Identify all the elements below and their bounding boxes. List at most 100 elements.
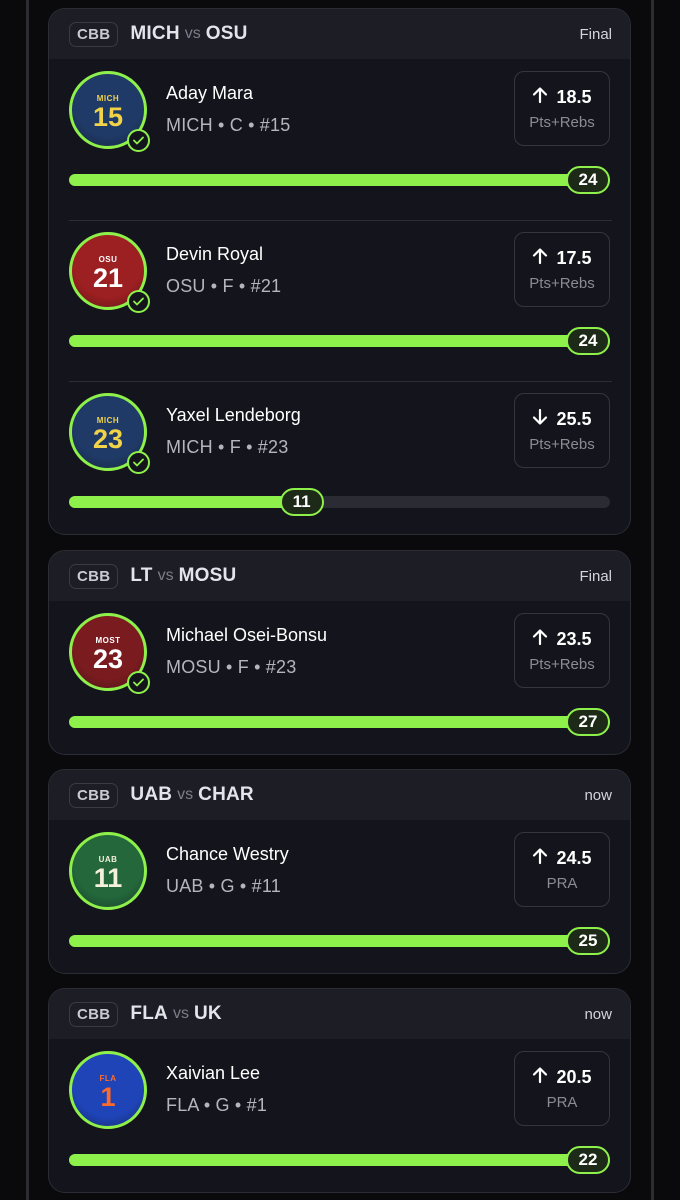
league-badge: CBB (69, 1001, 119, 1027)
actual-value-pill: 11 (279, 488, 324, 516)
prop-line-button[interactable]: 23.5 Pts+Rebs (514, 613, 610, 688)
prop-stat-type: PRA (546, 875, 578, 892)
actual-value-pill: 24 (566, 166, 610, 194)
prop-line-value: 23.5 (556, 629, 592, 649)
progress-fill (69, 174, 610, 186)
away-team: UK (193, 1003, 222, 1024)
actual-value-pill: 22 (566, 1146, 610, 1174)
game-status: now (584, 786, 612, 804)
game-status: Final (579, 567, 612, 585)
player-meta: UAB • G • #11 (166, 876, 281, 896)
away-team: MOSU (178, 565, 237, 586)
prop-line-button[interactable]: 24.5 PRA (514, 832, 610, 907)
game-header: CBB MICH vs OSU Final (49, 9, 630, 59)
player-name: Aday Mara (166, 83, 254, 103)
arrow-down-icon (532, 408, 548, 431)
progress-track: 22 (69, 1146, 610, 1174)
away-team: CHAR (198, 784, 254, 805)
check-icon (127, 129, 150, 152)
home-team: LT (130, 565, 153, 586)
arrow-up-icon (532, 247, 548, 270)
progress-fill (69, 335, 610, 347)
progress-track: 24 (69, 327, 610, 355)
player-name: Devin Royal (166, 244, 264, 264)
player-name: Michael Osei-Bonsu (166, 625, 328, 645)
player-name: Yaxel Lendeborg (166, 405, 301, 425)
player-avatar: MOST 23 (69, 613, 150, 694)
player-prop-row[interactable]: MICH 23 Yaxel Lendeborg MICH • F • #23 25.5 P… (49, 381, 630, 534)
jersey-icon: UAB 11 (69, 832, 147, 910)
jersey-number: 15 (92, 101, 124, 132)
check-icon (127, 451, 150, 474)
jersey-icon: FLA 1 (69, 1051, 147, 1129)
prop-line-button[interactable]: 17.5 Pts+Rebs (514, 232, 610, 307)
jersey-number: 11 (93, 862, 123, 893)
player-prop-row[interactable]: MICH 15 Aday Mara MICH • C • #15 18.5 Pts+Reb… (49, 59, 630, 220)
player-meta: OSU • F • #21 (166, 276, 282, 296)
player-prop-row[interactable]: OSU 21 Devin Royal OSU • F • #21 17.5 Pts+Reb… (49, 220, 630, 381)
arrow-up-icon (532, 86, 548, 109)
game-card[interactable]: CBB FLA vs UK now FLA 1 Xaivian Lee FLA • G • #1… (48, 988, 631, 1193)
progress-fill (69, 716, 610, 728)
check-icon (127, 671, 150, 694)
vs-label: vs (157, 567, 174, 584)
prop-line-value: 20.5 (556, 1067, 592, 1087)
game-card[interactable]: CBB MICH vs OSU Final MICH 15 Aday Mara MICH • C… (48, 8, 631, 535)
player-prop-row[interactable]: UAB 11 Chance Westry UAB • G • #11 24.5 PRA 25 (49, 820, 630, 973)
right-edge-bar (651, 0, 654, 1200)
player-meta: MOSU • F • #23 (166, 657, 297, 677)
jersey-number: 23 (92, 423, 124, 454)
game-status: Final (579, 25, 612, 43)
arrow-up-icon (532, 847, 548, 870)
prop-line-value: 24.5 (556, 848, 592, 868)
actual-value-pill: 25 (566, 927, 610, 955)
player-avatar: FLA 1 (69, 1051, 147, 1129)
jersey-number: 21 (92, 262, 124, 293)
prop-stat-type: Pts+Rebs (529, 656, 595, 673)
game-card[interactable]: CBB LT vs MOSU Final MOST 23 Michael Osei-Bonsu… (48, 550, 631, 755)
game-card[interactable]: CBB UAB vs CHAR now UAB 11 Chance Westry UAB • G… (48, 769, 631, 974)
game-status: now (584, 1005, 612, 1023)
progress-track: 25 (69, 927, 610, 955)
prop-line-value: 17.5 (556, 248, 592, 268)
home-team: FLA (130, 1003, 168, 1024)
player-avatar: OSU 21 (69, 232, 150, 313)
prop-line-value: 18.5 (556, 87, 592, 107)
jersey-number: 1 (100, 1081, 116, 1112)
prop-line-value: 25.5 (556, 409, 592, 429)
prop-stat-type: Pts+Rebs (529, 436, 595, 453)
prop-line-button[interactable]: 25.5 Pts+Rebs (514, 393, 610, 468)
league-badge: CBB (69, 21, 119, 47)
away-team: OSU (205, 23, 248, 44)
player-avatar: UAB 11 (69, 832, 147, 910)
check-icon (127, 290, 150, 313)
progress-fill (69, 935, 610, 947)
progress-fill (69, 496, 302, 508)
player-prop-row[interactable]: FLA 1 Xaivian Lee FLA • G • #1 20.5 PRA 22 (49, 1039, 630, 1192)
game-header: CBB UAB vs CHAR now (49, 770, 630, 820)
vs-label: vs (172, 1005, 189, 1022)
vs-label: vs (177, 786, 194, 803)
player-meta: FLA • G • #1 (166, 1095, 268, 1115)
prop-stat-type: PRA (546, 1094, 578, 1111)
prop-line-button[interactable]: 20.5 PRA (514, 1051, 610, 1126)
progress-track: 24 (69, 166, 610, 194)
prop-stat-type: Pts+Rebs (529, 275, 595, 292)
player-meta: MICH • C • #15 (166, 115, 291, 135)
prop-line-button[interactable]: 18.5 Pts+Rebs (514, 71, 610, 146)
game-header: CBB LT vs MOSU Final (49, 551, 630, 601)
progress-fill (69, 1154, 610, 1166)
player-avatar: MICH 15 (69, 71, 150, 152)
player-prop-row[interactable]: MOST 23 Michael Osei-Bonsu MOSU • F • #23 23… (49, 601, 630, 754)
arrow-up-icon (532, 1066, 548, 1089)
league-badge: CBB (69, 563, 119, 589)
game-header: CBB FLA vs UK now (49, 989, 630, 1039)
progress-track: 11 (69, 488, 610, 516)
left-edge-bar (26, 0, 29, 1200)
vs-label: vs (184, 25, 201, 42)
actual-value-pill: 27 (566, 708, 610, 736)
progress-track: 27 (69, 708, 610, 736)
player-avatar: MICH 23 (69, 393, 150, 474)
player-name: Chance Westry (166, 844, 289, 864)
league-badge: CBB (69, 782, 119, 808)
